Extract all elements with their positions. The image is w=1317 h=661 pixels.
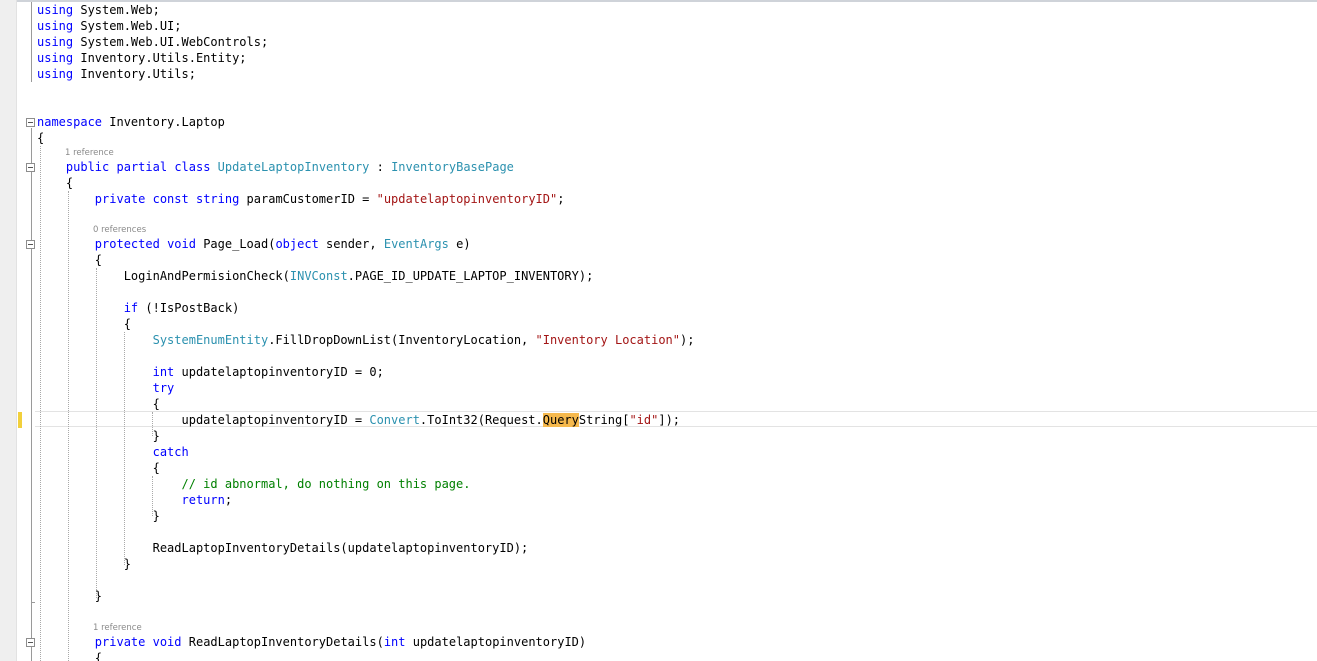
editor-top-border [0,0,1317,2]
code-line-try-close[interactable]: } [37,428,160,444]
code-line-try-open[interactable]: { [37,396,160,412]
editor-gutter[interactable] [0,0,17,661]
code-line-namespace[interactable]: namespace Inventory.Laptop [37,114,225,130]
code-line-class-declaration[interactable]: public partial class UpdateLaptopInvento… [37,159,514,175]
code-line-using-system-web-ui[interactable]: using System.Web.UI; [37,18,182,34]
find-match-highlight: Query [542,413,579,427]
code-line-page-load-open[interactable]: { [37,252,102,268]
class-collapse-icon[interactable] [26,163,35,172]
codelens-page-load-references[interactable]: 0 references [93,224,146,236]
unsaved-change-marker [18,412,22,428]
code-line-namespace-open[interactable]: { [37,130,44,146]
code-line-catch-close[interactable]: } [37,508,160,524]
code-line-page-load-declaration[interactable]: protected void Page_Load(object sender, … [37,236,471,252]
codelens-class-references[interactable]: 1 reference [65,147,114,159]
page-load-collapse-icon[interactable] [26,240,35,249]
read-details-collapse-icon[interactable] [26,638,35,647]
using-block-guide [31,2,32,82]
code-line-read-details-open[interactable]: { [37,650,102,661]
code-line-if-open[interactable]: { [37,316,131,332]
code-line-using-utils-entity[interactable]: using Inventory.Utils.Entity; [37,50,247,66]
code-line-if-close[interactable]: } [37,556,131,572]
code-line-int-declaration[interactable]: int updatelaptopinventoryID = 0; [37,364,384,380]
code-line-fill-dropdown[interactable]: SystemEnumEntity.FillDropDownList(Invent… [37,332,695,348]
code-line-convert-query[interactable]: updatelaptopinventoryID = Convert.ToInt3… [37,412,680,428]
code-line-read-call[interactable]: ReadLaptopInventoryDetails(updatelaptopi… [37,540,529,556]
code-line-page-load-close[interactable]: } [37,588,102,604]
code-line-catch[interactable]: catch [37,444,189,460]
code-line-read-details-declaration[interactable]: private void ReadLaptopInventoryDetails(… [37,634,586,650]
namespace-collapse-icon[interactable] [26,118,35,127]
page-load-guide [31,249,32,602]
read-details-guide [31,647,32,661]
code-line-catch-open[interactable]: { [37,460,160,476]
code-line-login-check[interactable]: LoginAndPermisionCheck(INVConst.PAGE_ID_… [37,268,594,284]
code-line-using-system-web[interactable]: using System.Web; [37,2,160,18]
code-line-try[interactable]: try [37,380,175,396]
code-line-const-field[interactable]: private const string paramCustomerID = "… [37,191,565,207]
code-line-return[interactable]: return; [37,492,233,508]
page-load-guide-end [31,602,35,603]
code-line-comment[interactable]: // id abnormal, do nothing on this page. [37,476,471,492]
code-line-using-webcontrols[interactable]: using System.Web.UI.WebControls; [37,34,268,50]
code-line-using-utils[interactable]: using Inventory.Utils; [37,66,196,82]
code-line-class-open[interactable]: { [37,175,73,191]
code-line-if-postback[interactable]: if (!IsPostBack) [37,300,240,316]
code-editor[interactable]: using System.Web; using System.Web.UI; u… [0,0,1317,661]
codelens-read-details-references[interactable]: 1 reference [93,622,142,634]
